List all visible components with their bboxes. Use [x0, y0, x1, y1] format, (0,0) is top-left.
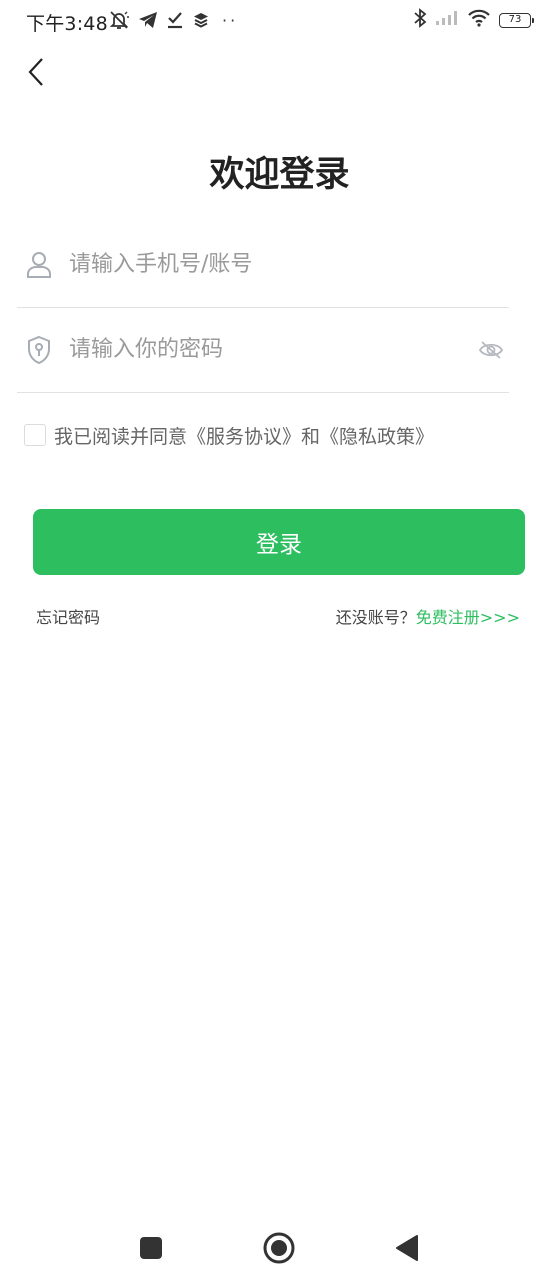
agreement-connector: 和: [301, 425, 321, 448]
agreement-prefix: 我已阅读并同意: [54, 425, 188, 448]
agreement-text: 我已阅读并同意《服务协议》和《隐私政策》: [54, 422, 434, 449]
chevron-left-icon: [28, 58, 43, 86]
checklist-icon: [166, 11, 184, 29]
page-title: 欢迎登录: [209, 155, 350, 195]
recents-button[interactable]: [133, 1230, 169, 1266]
telegram-icon: [138, 11, 158, 29]
password-field-row: [17, 309, 509, 393]
password-visibility-toggle[interactable]: [477, 337, 505, 363]
login-screen: 下午3:48 ·· 73 欢迎登录 请输入手机号/账号 我已阅读并同意《服务协议…: [0, 0, 559, 1280]
status-left-icons: ··: [108, 9, 238, 31]
service-agreement-link[interactable]: 《服务协议》: [187, 426, 301, 448]
register-link[interactable]: 免费注册>>>: [416, 608, 520, 627]
back-button[interactable]: [18, 54, 54, 90]
system-nav-bar: [0, 1212, 559, 1276]
forgot-password-link[interactable]: 忘记密码: [36, 604, 100, 628]
agreement: 我已阅读并同意《服务协议》和《隐私政策》: [24, 421, 434, 449]
home-button[interactable]: [261, 1230, 297, 1266]
user-icon: [25, 250, 53, 280]
status-time: 下午3:48: [26, 13, 108, 35]
agreement-checkbox[interactable]: [24, 424, 46, 446]
privacy-policy-link[interactable]: 《隐私政策》: [320, 426, 434, 448]
notifications-muted-icon: [108, 10, 130, 30]
register-prompt: 还没账号？: [335, 608, 416, 627]
eye-off-icon: [478, 341, 504, 359]
wifi-icon: [467, 9, 491, 31]
bluetooth-icon: [413, 8, 427, 32]
phone-input[interactable]: [69, 244, 469, 284]
password-input[interactable]: [69, 329, 469, 369]
phone-field-row: [17, 224, 509, 308]
home-circle-icon: [263, 1232, 295, 1264]
nav-back-button[interactable]: [388, 1230, 424, 1266]
status-more-dots: ··: [222, 10, 239, 30]
bottom-links: 忘记密码 还没账号？免费注册>>>: [36, 602, 520, 628]
register-area: 还没账号？免费注册>>>: [336, 604, 520, 628]
signal-icon: [435, 10, 459, 30]
layers-icon: [192, 11, 210, 29]
status-bar: 下午3:48 ·· 73: [0, 0, 559, 42]
back-triangle-icon: [396, 1235, 418, 1261]
shield-lock-icon: [25, 335, 53, 365]
login-button[interactable]: 登录: [33, 509, 525, 575]
recents-square-icon: [140, 1237, 162, 1259]
battery-icon: 73: [499, 12, 534, 28]
status-right-icons: 73: [413, 8, 534, 32]
